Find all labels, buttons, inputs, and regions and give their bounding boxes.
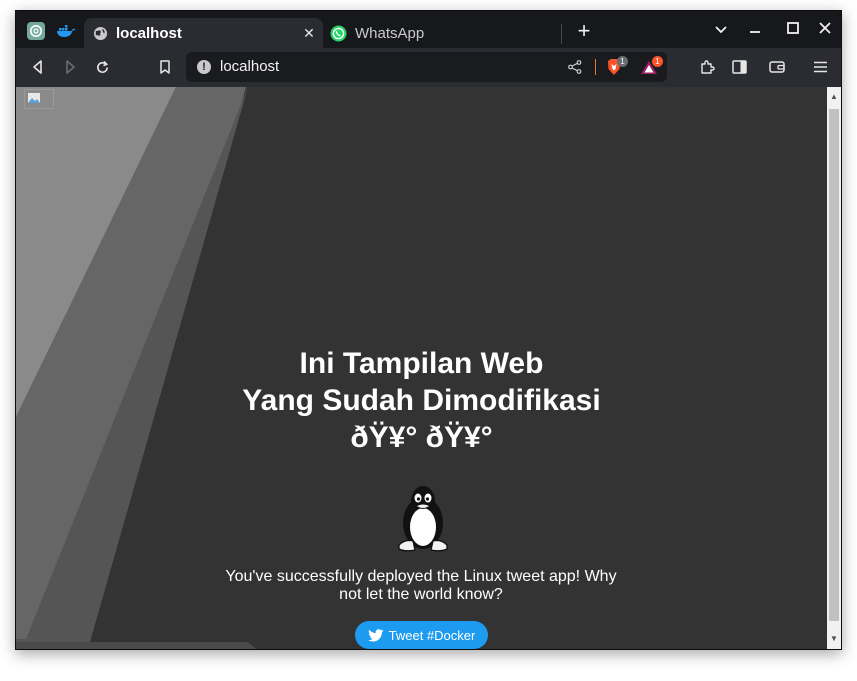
image-icon <box>27 92 41 104</box>
bookmark-button[interactable] <box>154 56 176 78</box>
rewards-count-badge: 1 <box>652 56 663 67</box>
forward-icon <box>66 60 75 74</box>
site-info-icon[interactable]: ! <box>197 60 211 74</box>
scroll-up-arrow-icon[interactable]: ▲ <box>827 90 841 104</box>
tab-whatsapp[interactable]: WhatsApp <box>326 18 561 48</box>
new-tab-button[interactable]: + <box>573 20 595 42</box>
forward-button[interactable] <box>59 56 81 78</box>
scroll-down-arrow-icon[interactable]: ▼ <box>827 632 841 646</box>
reload-button[interactable] <box>91 56 113 78</box>
close-icon[interactable]: ✕ <box>299 25 319 42</box>
browser-window: localhost ✕ WhatsApp + ! localhost 1 1 I… <box>15 10 842 650</box>
success-message: You've successfully deployed the Linux t… <box>225 568 617 603</box>
back-icon <box>33 60 42 74</box>
tux-penguin-icon <box>398 486 448 552</box>
tab-title-localhost: localhost <box>116 24 182 42</box>
pinned-tab-chatgpt[interactable] <box>24 19 48 43</box>
url-divider <box>595 59 596 75</box>
close-icon <box>819 22 831 34</box>
tab-divider <box>561 24 562 44</box>
headline-line-1: Ini Tampilan Web <box>299 347 544 380</box>
browser-toolbar: ! localhost 1 1 <box>16 48 841 87</box>
reload-icon <box>96 60 108 73</box>
tweet-docker-button[interactable]: Tweet #Docker <box>355 621 488 649</box>
pinned-tab-docker[interactable] <box>54 19 78 43</box>
headline-line-3: ðŸ¥° ðŸ¥° <box>350 421 493 454</box>
sidebar-button[interactable] <box>728 56 750 78</box>
bookmark-icon <box>160 59 170 74</box>
page-viewport: Ini Tampilan Web Yang Sudah Dimodifikasi… <box>16 87 827 649</box>
wallet-icon <box>769 61 785 73</box>
sidebar-icon <box>731 60 747 74</box>
chatgpt-icon <box>27 22 45 40</box>
maximize-icon <box>787 22 799 34</box>
whatsapp-icon <box>330 24 347 42</box>
hamburger-menu-icon <box>813 61 827 73</box>
twitter-bird-icon <box>367 628 384 641</box>
broken-image-icon <box>24 89 54 109</box>
minimize-icon <box>750 31 760 33</box>
shields-count-badge: 1 <box>617 56 628 67</box>
share-icon[interactable] <box>568 60 582 74</box>
scrollbar-thumb[interactable] <box>829 109 839 621</box>
page-headline: Ini Tampilan Web Yang Sudah Dimodifikasi… <box>16 345 827 456</box>
wallet-button[interactable] <box>766 56 788 78</box>
minimize-button[interactable] <box>743 18 767 42</box>
extensions-button[interactable] <box>696 56 718 78</box>
tab-title-whatsapp: WhatsApp <box>355 24 425 42</box>
tab-localhost[interactable]: localhost ✕ <box>84 18 323 48</box>
headline-line-2: Yang Sudah Dimodifikasi <box>242 384 601 417</box>
vertical-scrollbar[interactable]: ▲ ▼ <box>827 87 841 649</box>
back-button[interactable] <box>27 56 49 78</box>
maximize-button[interactable] <box>781 18 805 42</box>
puzzle-icon <box>701 60 715 74</box>
close-window-button[interactable] <box>813 18 837 42</box>
tweet-button-label: Tweet #Docker <box>388 627 476 643</box>
tab-search-button[interactable] <box>709 18 733 42</box>
docker-icon <box>57 25 76 37</box>
url-text[interactable]: localhost <box>220 58 279 75</box>
tab-strip: localhost ✕ WhatsApp + <box>16 11 841 48</box>
menu-button[interactable] <box>809 56 831 78</box>
chevron-down-icon <box>715 26 727 34</box>
globe-icon <box>93 26 108 40</box>
address-bar[interactable]: ! localhost 1 1 <box>186 52 667 82</box>
